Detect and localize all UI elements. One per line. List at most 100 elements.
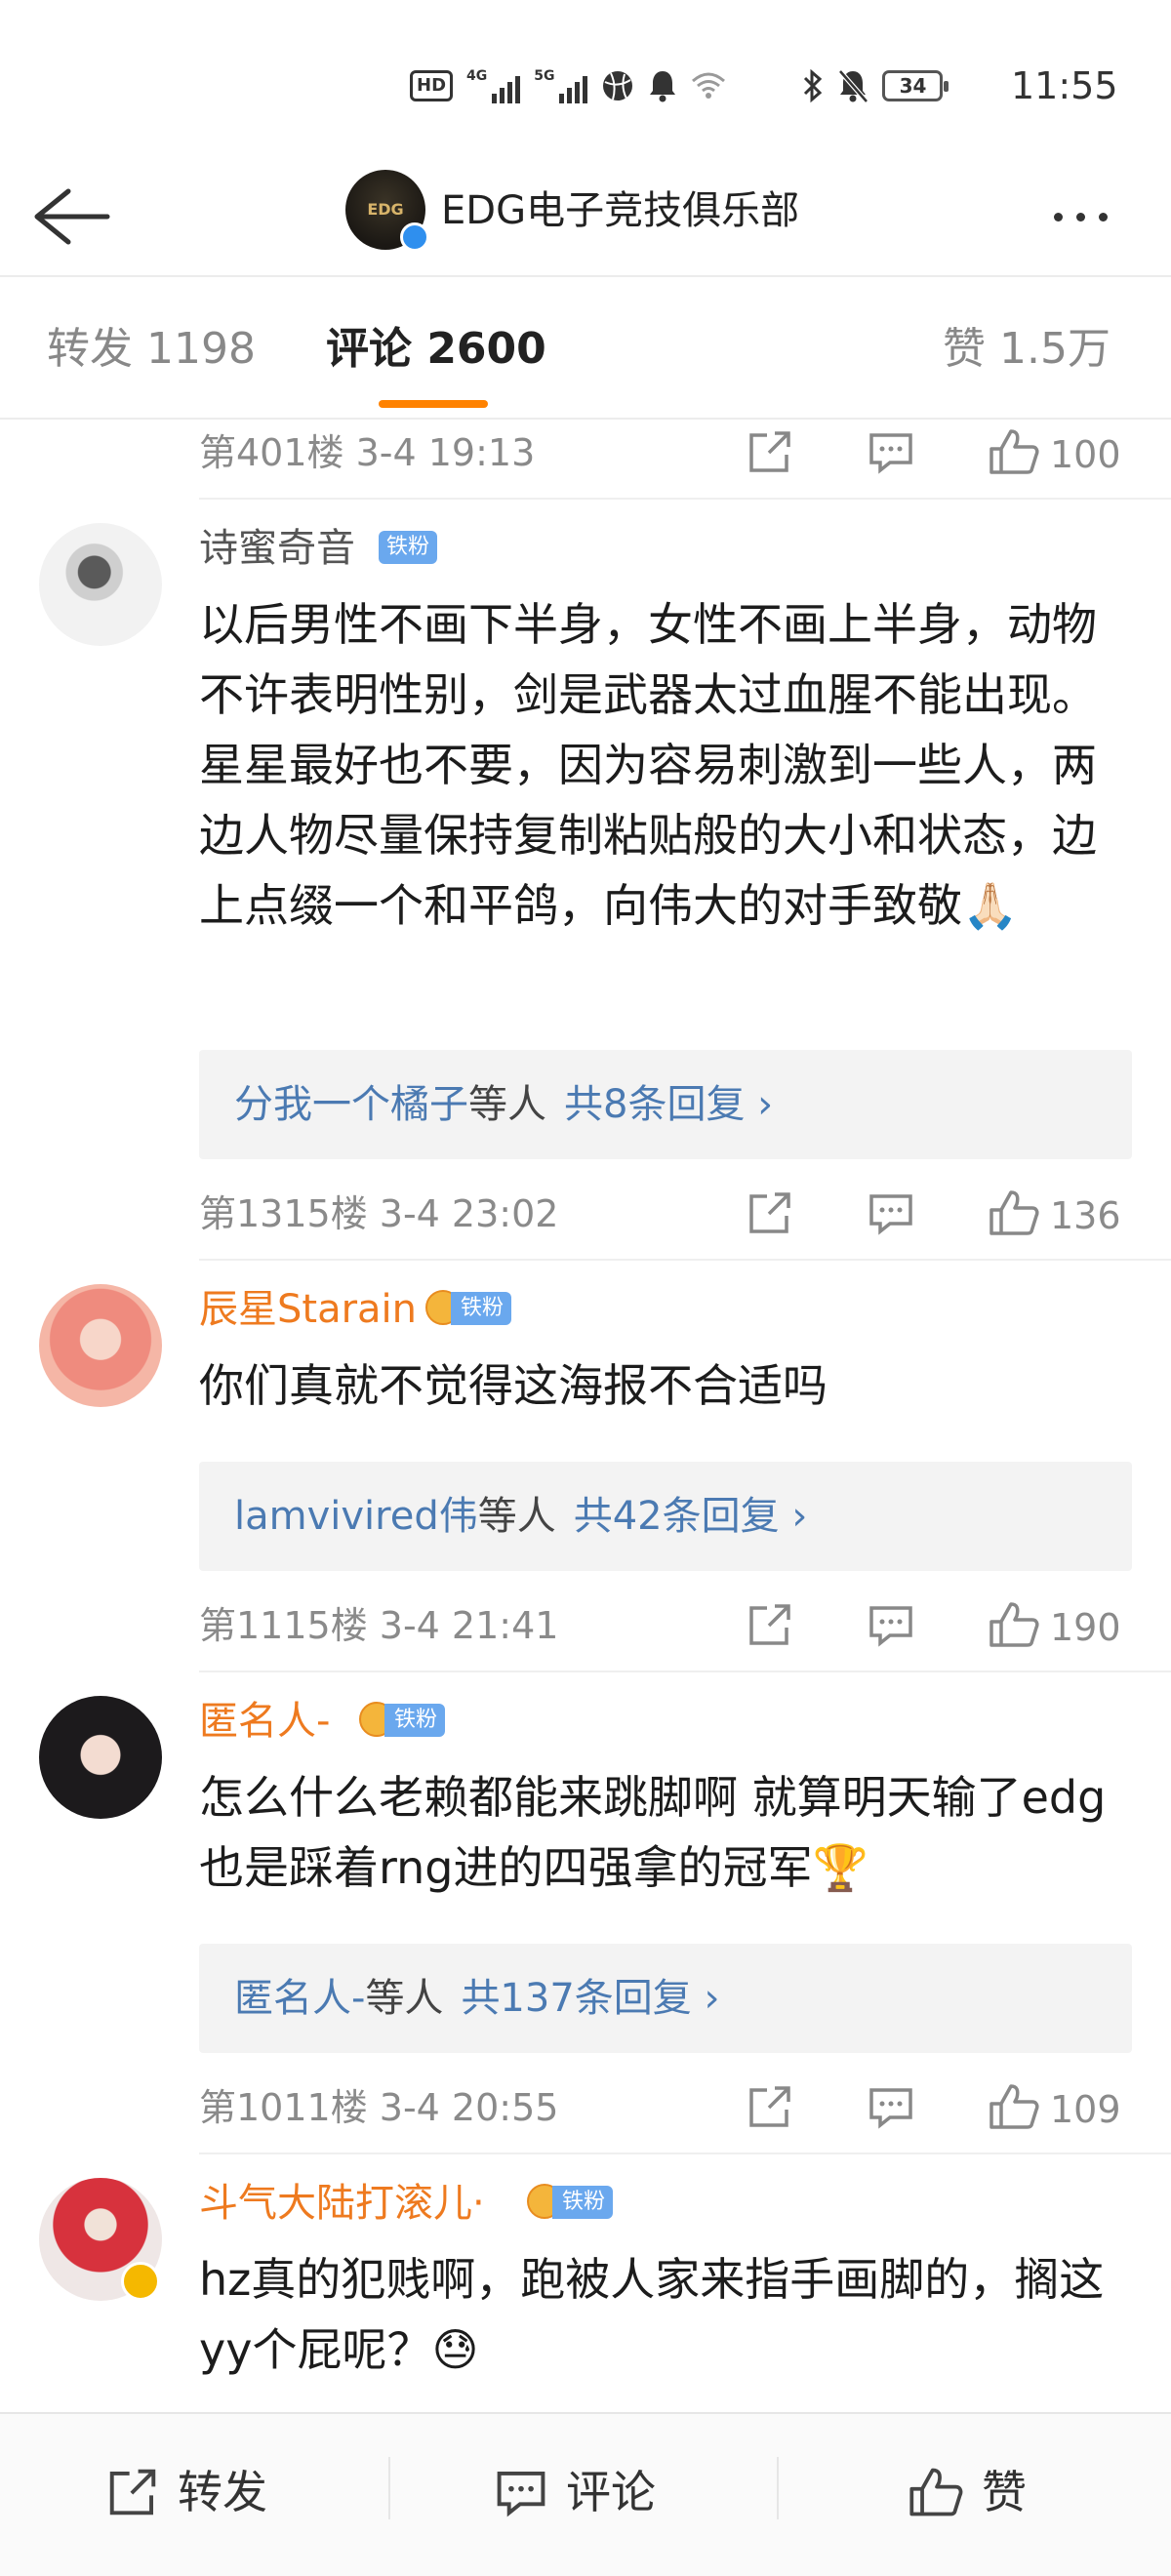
reply-button[interactable] [867, 1188, 915, 1237]
username[interactable]: 诗蜜奇音 [199, 523, 355, 574]
club-name[interactable]: EDG电子竞技俱乐部 [441, 185, 799, 236]
comment-icon [869, 1194, 912, 1235]
tab-repost[interactable]: 转发 1198 [47, 322, 256, 377]
signal-icon-sim1: 4G [466, 68, 521, 103]
thumbs-up-icon [989, 2084, 1039, 2129]
comment-meta-row: 第1011楼 3-4 20:55 109 [199, 2076, 1132, 2135]
bottom-comment-button[interactable]: 评论 [494, 2453, 656, 2531]
replies-preview[interactable]: 匿名人-等人 共137条回复 › [199, 1944, 1132, 2053]
reply-count-link[interactable]: 共137条回复 › [461, 1976, 719, 2021]
status-time: 11:55 [1011, 64, 1118, 107]
comment-text: 怎么什么老赖都能来跳脚啊 就算明天输了edg也是踩着rng进的四强拿的冠军🏆 [199, 1771, 1107, 1894]
back-arrow-icon [34, 188, 110, 245]
back-button[interactable] [27, 178, 115, 256]
username[interactable]: 辰星Starain [199, 1284, 417, 1335]
replies-preview[interactable]: lamvivired伟等人 共42条回复 › [199, 1462, 1132, 1571]
hd-badge: HD [410, 70, 454, 101]
reply-count-link[interactable]: 共8条回复 › [564, 1082, 773, 1127]
fan-badge: 铁粉 [384, 1704, 446, 1737]
comment-icon [869, 1606, 912, 1647]
bottom-separator [388, 2457, 390, 2519]
status-icons: HD 4G 5G 34 [410, 62, 949, 109]
fan-badge: 铁粉 [379, 531, 438, 564]
share-button[interactable] [746, 1188, 794, 1237]
like-count: 109 [1050, 2088, 1121, 2131]
share-icon [749, 1192, 790, 1233]
like-button[interactable]: 190 [988, 1600, 1132, 1649]
user-avatar[interactable] [39, 1696, 162, 1819]
bottom-like-button[interactable]: 赞 [908, 2453, 1027, 2531]
thumbs-up-icon [909, 2468, 963, 2516]
reply-button[interactable] [867, 427, 915, 476]
comment-icon [497, 2472, 545, 2517]
header-bar: EDG EDG电子竞技俱乐部 [0, 156, 1171, 273]
comment-icon [869, 433, 912, 474]
verified-badge-icon [400, 222, 429, 252]
reply-author[interactable]: 分我一个橘子 [234, 1082, 468, 1127]
share-icon [109, 2469, 156, 2516]
reply-etc: 等人 [365, 1976, 444, 2021]
sim1-label: 4G [466, 68, 488, 84]
bottom-like-label: 赞 [982, 2466, 1027, 2518]
bottom-repost-label: 转发 [178, 2466, 267, 2518]
bottom-comment-label: 评论 [566, 2466, 656, 2518]
fan-badge: 铁粉 [552, 2186, 614, 2219]
like-count: 190 [1050, 1606, 1121, 1649]
reply-button[interactable] [867, 1600, 915, 1649]
floor-meta: 第1315楼 3-4 23:02 [199, 1192, 559, 1235]
like-button[interactable]: 109 [988, 2082, 1132, 2131]
wifi-icon [692, 72, 726, 99]
sim2-label: 5G [534, 68, 555, 84]
like-button[interactable]: 100 [988, 427, 1132, 476]
reply-button[interactable] [867, 2082, 915, 2131]
comment-icon [869, 2088, 912, 2129]
more-button[interactable] [1054, 197, 1132, 236]
like-count: 136 [1050, 1194, 1121, 1237]
like-button[interactable]: 136 [988, 1188, 1132, 1237]
reply-author[interactable]: lamvivired伟 [234, 1494, 478, 1539]
bottom-action-bar: 转发 评论 赞 [0, 2412, 1171, 2576]
like-count: 100 [1050, 433, 1121, 476]
more-dot [1076, 212, 1085, 221]
share-icon [749, 2086, 790, 2127]
active-tab-indicator [379, 400, 488, 408]
user-avatar[interactable] [39, 1284, 162, 1407]
reply-etc: 等人 [468, 1082, 546, 1127]
comment-meta-row: 第401楼 3-4 19:13 100 [199, 422, 1132, 480]
floor-meta: 第1115楼 3-4 21:41 [199, 1604, 559, 1647]
tab-bar: 转发 1198 评论 2600 赞 1.5万 [0, 275, 1171, 420]
replies-preview-text: 分我一个橘子等人 共8条回复 › [234, 1079, 773, 1130]
fan-badge: 铁粉 [451, 1292, 512, 1325]
tab-comments[interactable]: 评论 2600 [326, 322, 546, 377]
bottom-separator [777, 2457, 779, 2519]
floor-meta: 第401楼 3-4 19:13 [199, 431, 536, 474]
thumbs-up-icon [989, 1602, 1039, 1647]
notification-bell-icon [650, 71, 676, 102]
replies-preview[interactable]: 分我一个橘子等人 共8条回复 › [199, 1050, 1132, 1159]
comment-text: 以后男性不画下半身，女性不画上半身，动物不许表明性别，剑是武器太过血腥不能出现。… [199, 598, 1097, 932]
share-button[interactable] [746, 427, 794, 476]
share-button[interactable] [746, 1600, 794, 1649]
reply-author[interactable]: 匿名人- [234, 1976, 365, 2021]
comment-divider [199, 1670, 1171, 1672]
comment-divider [199, 2153, 1171, 2154]
comment-meta-row: 第1115楼 3-4 21:41 190 [199, 1594, 1132, 1653]
mute-bell-icon [838, 69, 869, 103]
tab-likes[interactable]: 赞 1.5万 [943, 322, 1110, 377]
reply-etc: 等人 [477, 1494, 556, 1539]
comment-text: 你们真就不觉得这海报不合适吗 [199, 1359, 828, 1412]
battery-icon: 34 [882, 70, 949, 101]
bottom-repost-button[interactable]: 转发 [105, 2453, 267, 2531]
more-dot [1099, 212, 1108, 221]
username[interactable]: 斗气大陆打滚儿· [199, 2178, 485, 2229]
comment-divider [199, 1259, 1171, 1261]
username[interactable]: 匿名人- [199, 1696, 330, 1747]
user-avatar[interactable] [39, 523, 162, 646]
ball-icon [603, 71, 633, 101]
reply-count-link[interactable]: 共42条回复 › [574, 1494, 808, 1539]
verified-badge-icon [121, 2262, 160, 2301]
comment-divider [199, 498, 1171, 500]
signal-icon-sim2: 5G [534, 68, 588, 103]
share-button[interactable] [746, 2082, 794, 2131]
comment-feed[interactable]: 第401楼 3-4 19:13 100 诗蜜奇音 铁粉 以后男性不画下半身，女性… [0, 422, 1171, 2412]
